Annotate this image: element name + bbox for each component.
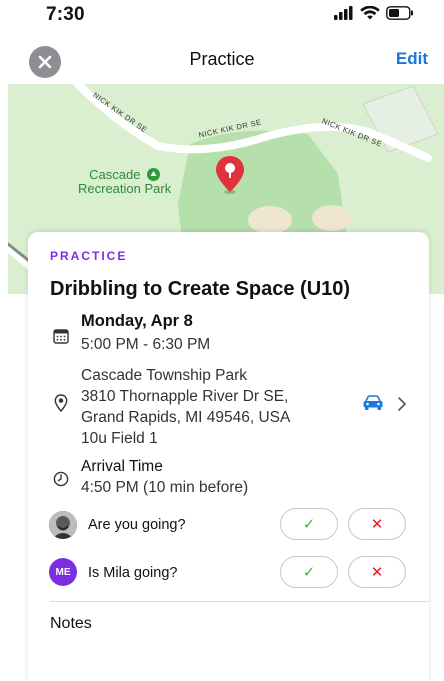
rsvp-no-button[interactable]: ✕ [348,556,406,588]
status-time: 7:30 [46,4,85,25]
map-pin-icon[interactable] [214,154,246,196]
location-name: Cascade Township Park [81,367,247,384]
location-address-line2: Grand Rapids, MI 49546, USA [81,409,291,426]
avatar: ME [49,558,77,586]
page-title: Practice [189,49,255,69]
nav-bar: Practice Edit [0,36,444,82]
close-icon: ✕ [370,564,384,581]
battery-icon [386,6,413,20]
rsvp-yes-button[interactable]: ✓ [280,508,338,540]
event-time-range: 5:00 PM - 6:30 PM [81,336,211,353]
wifi-icon [360,6,380,20]
event-detail-card: PRACTICE Dribbling to Create Space (U10)… [28,232,429,681]
event-title: Dribbling to Create Space (U10) [50,278,351,300]
check-icon: ✓ [302,564,316,581]
divider [50,601,429,602]
status-icons [334,6,414,20]
park-label: Cascade Recreation Park [78,168,171,196]
location-block[interactable]: Cascade Township Park 3810 Thornapple Ri… [81,365,361,449]
rsvp-no-button[interactable]: ✕ [348,508,406,540]
close-icon: ✕ [370,516,384,533]
rsvp-question: Is Mila going? [88,565,178,581]
park-label-line1: Cascade [89,167,141,182]
rsvp-yes-button[interactable]: ✓ [280,556,338,588]
location-pin-icon [52,394,70,412]
event-type-label: PRACTICE [50,249,128,263]
location-field: 10u Field 1 [81,430,158,447]
arrival-block: Arrival Time 4:50 PM (10 min before) [81,456,248,498]
avatar [49,511,77,539]
calendar-icon [52,327,70,345]
location-address-line1: 3810 Thornapple River Dr SE, [81,388,289,405]
check-icon: ✓ [302,516,316,533]
arrival-time: 4:50 PM (10 min before) [81,479,249,496]
clock-icon [52,470,70,488]
car-icon[interactable] [362,395,384,411]
park-label-line2: Recreation Park [78,181,172,196]
event-date: Monday, Apr 8 [81,312,193,330]
edit-button[interactable]: Edit [396,49,428,69]
park-pin-icon [147,168,161,181]
notes-label: Notes [50,615,92,632]
cellular-signal-icon [334,6,353,20]
status-bar: 7:30 [0,0,444,36]
arrival-label: Arrival Time [81,458,163,475]
avatar-initials: ME [55,566,71,578]
chevron-right-icon[interactable] [397,396,407,412]
event-date-block: Monday, Apr 8 5:00 PM - 6:30 PM [81,312,210,355]
rsvp-question: Are you going? [88,517,186,533]
